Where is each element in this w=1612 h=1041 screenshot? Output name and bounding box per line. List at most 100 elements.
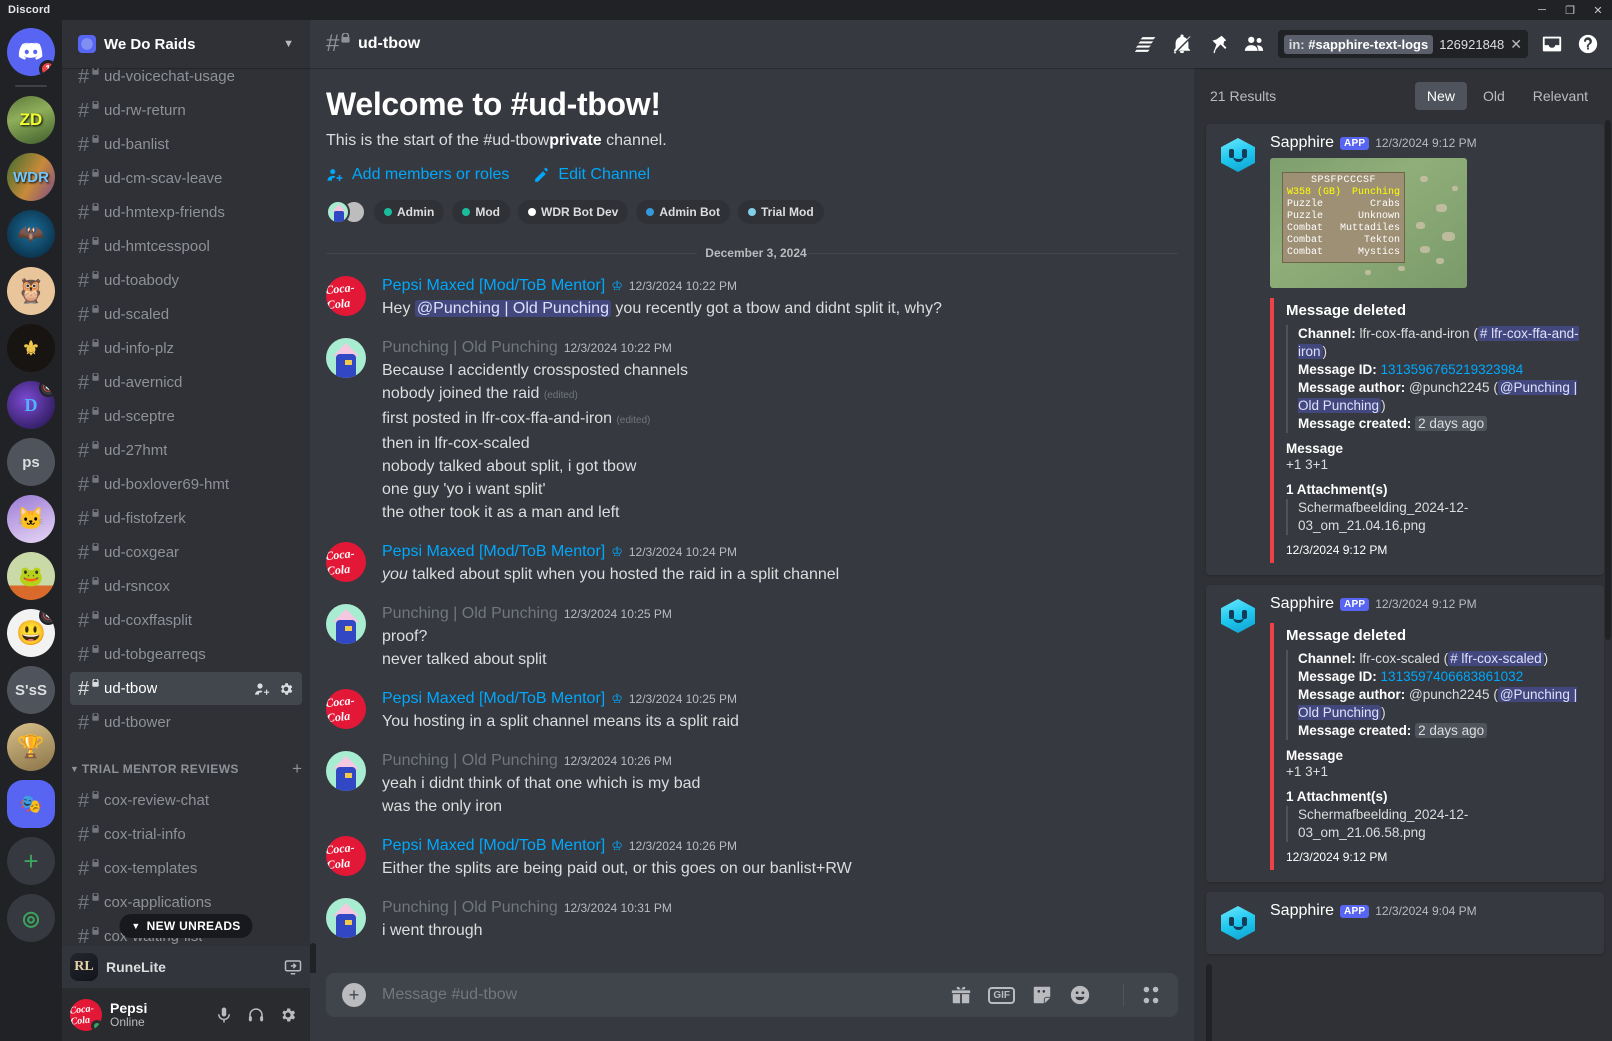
- guild-d[interactable]: D 🔇: [7, 381, 55, 429]
- sticker-icon[interactable]: [1031, 984, 1053, 1006]
- add-members-button[interactable]: Add members or roles: [326, 166, 509, 184]
- channel-ud-cm-scav-leave[interactable]: # ud-cm-scav-leave: [70, 162, 302, 195]
- channel-list[interactable]: # ud-voicechat-usage # ud-rw-return # ud…: [62, 68, 310, 946]
- channel-ud-hmtexp-friends[interactable]: # ud-hmtexp-friends: [70, 196, 302, 229]
- avatar[interactable]: Coca-Cola: [326, 689, 366, 729]
- avatar[interactable]: [326, 898, 366, 938]
- guild-helmet[interactable]: ⚜: [7, 324, 55, 372]
- minimize-button[interactable]: ─: [1528, 0, 1556, 20]
- channel-ud-toabody[interactable]: # ud-toabody: [70, 264, 302, 297]
- guild-owl[interactable]: 🦉: [7, 267, 55, 315]
- tab-relevant[interactable]: Relevant: [1521, 82, 1600, 110]
- channel-ud-avernicd[interactable]: # ud-avernicd: [70, 366, 302, 399]
- channel-cox-trial-info[interactable]: # cox-trial-info: [70, 818, 302, 851]
- message-author[interactable]: Pepsi Maxed [Mod/ToB Mentor]: [382, 542, 605, 562]
- channel-ud-tbow[interactable]: # ud-tbow: [70, 672, 302, 705]
- activity-panel-runelite[interactable]: RL RuneLite: [62, 946, 310, 988]
- tab-old[interactable]: Old: [1471, 82, 1517, 110]
- add-server-button[interactable]: +: [7, 837, 55, 885]
- guild-sss[interactable]: S'sS: [7, 666, 55, 714]
- guild-troll[interactable]: 😃 🔇: [7, 609, 55, 657]
- message-author[interactable]: Pepsi Maxed [Mod/ToB Mentor]: [382, 836, 605, 856]
- guild-ps[interactable]: ps: [7, 438, 55, 486]
- add-member-icon[interactable]: [254, 681, 270, 697]
- message-author[interactable]: Punching | Old Punching: [382, 751, 558, 771]
- role-pill-admin-bot[interactable]: Admin Bot: [636, 200, 730, 224]
- attach-file-icon[interactable]: +: [342, 983, 366, 1007]
- create-channel-icon[interactable]: +: [292, 760, 302, 777]
- message-author[interactable]: Punching | Old Punching: [382, 898, 558, 918]
- avatar[interactable]: Coca-Cola: [326, 276, 366, 316]
- channel-ud-rsncox[interactable]: # ud-rsncox: [70, 570, 302, 603]
- attachment-link[interactable]: Schermafbeelding_2024-12-03_om_21.04.16.…: [1298, 500, 1468, 533]
- avatar[interactable]: Coca-Cola: [326, 542, 366, 582]
- channel-ud-tobgearreqs[interactable]: # ud-tobgearreqs: [70, 638, 302, 671]
- guild-cat[interactable]: 🐱: [7, 495, 55, 543]
- message-scrollbar[interactable]: [310, 943, 316, 973]
- user-info[interactable]: Pepsi Online: [110, 1000, 210, 1029]
- channel-ud-info-plz[interactable]: # ud-info-plz: [70, 332, 302, 365]
- channel-ud-27hmt[interactable]: # ud-27hmt: [70, 434, 302, 467]
- close-button[interactable]: ✕: [1584, 0, 1612, 20]
- search-result[interactable]: Sapphire APP 12/3/2024 9:04 PM: [1206, 892, 1604, 954]
- avatar[interactable]: [326, 338, 366, 378]
- microphone-icon[interactable]: [210, 1001, 238, 1029]
- guild-wdr[interactable]: WDR: [7, 153, 55, 201]
- avatar[interactable]: Coca-Cola: [326, 836, 366, 876]
- result-author[interactable]: Sapphire: [1270, 902, 1334, 920]
- channel-ud-banlist[interactable]: # ud-banlist: [70, 128, 302, 161]
- gif-picker-button[interactable]: GIF: [988, 986, 1015, 1004]
- message-author[interactable]: Pepsi Maxed [Mod/ToB Mentor]: [382, 689, 605, 709]
- message-input[interactable]: Message #ud-tbow: [382, 986, 950, 1004]
- search-scrollbar[interactable]: [1206, 964, 1212, 1041]
- channel-ud-rw-return[interactable]: # ud-rw-return: [70, 94, 302, 127]
- role-pill-mod[interactable]: Mod: [452, 200, 510, 224]
- search-results-scroller[interactable]: Sapphire APP 12/3/2024 9:12 PM SPSFPCCCS…: [1194, 124, 1612, 1041]
- channel-ud-voicechat-usage[interactable]: # ud-voicechat-usage: [70, 68, 302, 93]
- guild-home[interactable]: 1: [7, 28, 55, 76]
- channel-ud-boxlover69-hmt[interactable]: # ud-boxlover69-hmt: [70, 468, 302, 501]
- avatar[interactable]: [326, 751, 366, 791]
- maximize-button[interactable]: ❐: [1556, 0, 1584, 20]
- channel-ud-fistofzerk[interactable]: # ud-fistofzerk: [70, 502, 302, 535]
- headphones-icon[interactable]: [242, 1001, 270, 1029]
- result-author[interactable]: Sapphire: [1270, 134, 1334, 152]
- gear-icon[interactable]: [278, 681, 294, 697]
- members-icon[interactable]: [1238, 28, 1270, 60]
- result-author[interactable]: Sapphire: [1270, 595, 1334, 613]
- facepile[interactable]: [326, 200, 366, 224]
- search-result[interactable]: Sapphire APP 12/3/2024 9:12 PM Message d…: [1206, 585, 1604, 882]
- gift-icon[interactable]: [950, 984, 972, 1006]
- pin-icon[interactable]: [1202, 28, 1234, 60]
- new-unreads-pill[interactable]: ▼ NEW UNREADS: [119, 914, 253, 938]
- notifications-muted-icon[interactable]: [1166, 28, 1198, 60]
- message-author[interactable]: Punching | Old Punching: [382, 338, 558, 358]
- guild-header[interactable]: We Do Raids ▼: [62, 20, 310, 68]
- guild-trophy[interactable]: 🏆: [7, 723, 55, 771]
- message-author[interactable]: Punching | Old Punching: [382, 604, 558, 624]
- attachment-link[interactable]: Schermafbeelding_2024-12-03_om_21.06.58.…: [1298, 807, 1468, 840]
- channel-ud-tbower[interactable]: # ud-tbower: [70, 706, 302, 739]
- channel-ud-scaled[interactable]: # ud-scaled: [70, 298, 302, 331]
- search-input[interactable]: in: #sapphire-text-logs 126921848 ✕: [1277, 30, 1528, 58]
- guild-zd[interactable]: ZD: [7, 96, 55, 144]
- channel-ud-coxffasplit[interactable]: # ud-coxffasplit: [70, 604, 302, 637]
- guild-bluebird[interactable]: 🦇: [7, 210, 55, 258]
- role-pill-trial-mod[interactable]: Trial Mod: [738, 200, 824, 224]
- threads-icon[interactable]: [1130, 28, 1162, 60]
- category-trial-mentor-reviews[interactable]: ▼ TRIAL MENTOR REVIEWS +: [62, 755, 310, 783]
- channel-mention[interactable]: # lfr-cox-scaled: [1448, 651, 1544, 666]
- avatar[interactable]: Coca-Cola: [70, 998, 102, 1031]
- gear-icon[interactable]: [274, 1001, 302, 1029]
- inbox-icon[interactable]: [1536, 28, 1568, 60]
- message-scroller[interactable]: Welcome to #ud-tbow! This is the start o…: [310, 68, 1194, 973]
- window-scrollbar[interactable]: [1605, 120, 1611, 640]
- guild-folder[interactable]: 🎭: [7, 780, 55, 828]
- emoji-icon[interactable]: [1069, 984, 1091, 1006]
- user-mention[interactable]: @Punching | Old Punching: [414, 300, 611, 317]
- share-screen-icon[interactable]: [284, 958, 302, 976]
- channel-ud-hmtcesspool[interactable]: # ud-hmtcesspool: [70, 230, 302, 263]
- message-author[interactable]: Pepsi Maxed [Mod/ToB Mentor]: [382, 276, 605, 296]
- guild-lr[interactable]: 🐸: [7, 552, 55, 600]
- apps-icon[interactable]: [1123, 984, 1162, 1006]
